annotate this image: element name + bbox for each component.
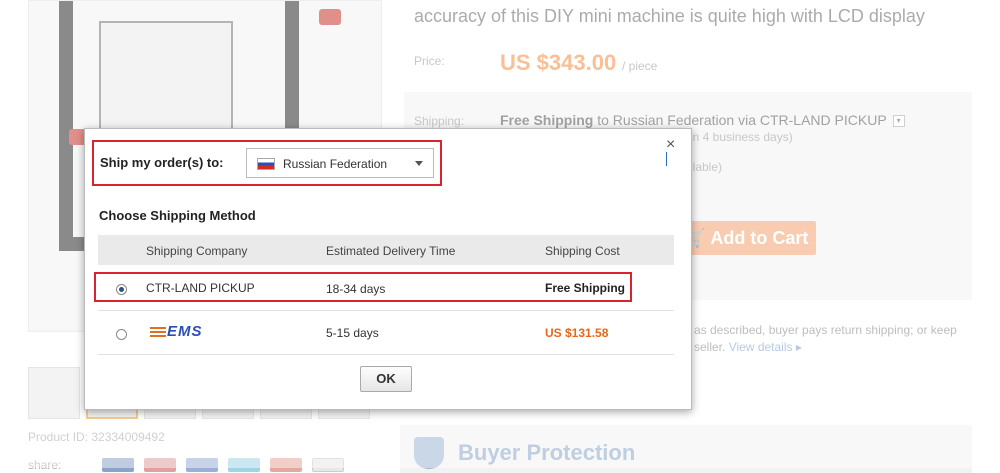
column-header-company: Shipping Company — [146, 244, 248, 258]
close-icon[interactable]: × — [666, 136, 675, 154]
row-cost: US $131.58 — [545, 326, 609, 340]
country-name: Russian Federation — [283, 157, 388, 171]
column-header-delivery: Estimated Delivery Time — [326, 244, 456, 258]
row-divider — [98, 354, 674, 355]
chevron-down-icon — [415, 161, 423, 166]
column-header-cost: Shipping Cost — [545, 244, 620, 258]
ok-button[interactable]: OK — [360, 366, 412, 392]
selected-row-highlight — [94, 272, 632, 302]
ems-logo-icon: EMS — [150, 323, 203, 340]
row-divider — [98, 310, 674, 311]
text-cursor — [666, 152, 667, 166]
radio-ems[interactable] — [116, 329, 127, 340]
russia-flag-icon — [257, 158, 275, 170]
row-delivery: 5-15 days — [326, 326, 379, 340]
country-select[interactable]: Russian Federation — [246, 148, 434, 178]
ship-to-label: Ship my order(s) to: — [100, 155, 224, 170]
shipping-method-title: Choose Shipping Method — [99, 208, 256, 223]
